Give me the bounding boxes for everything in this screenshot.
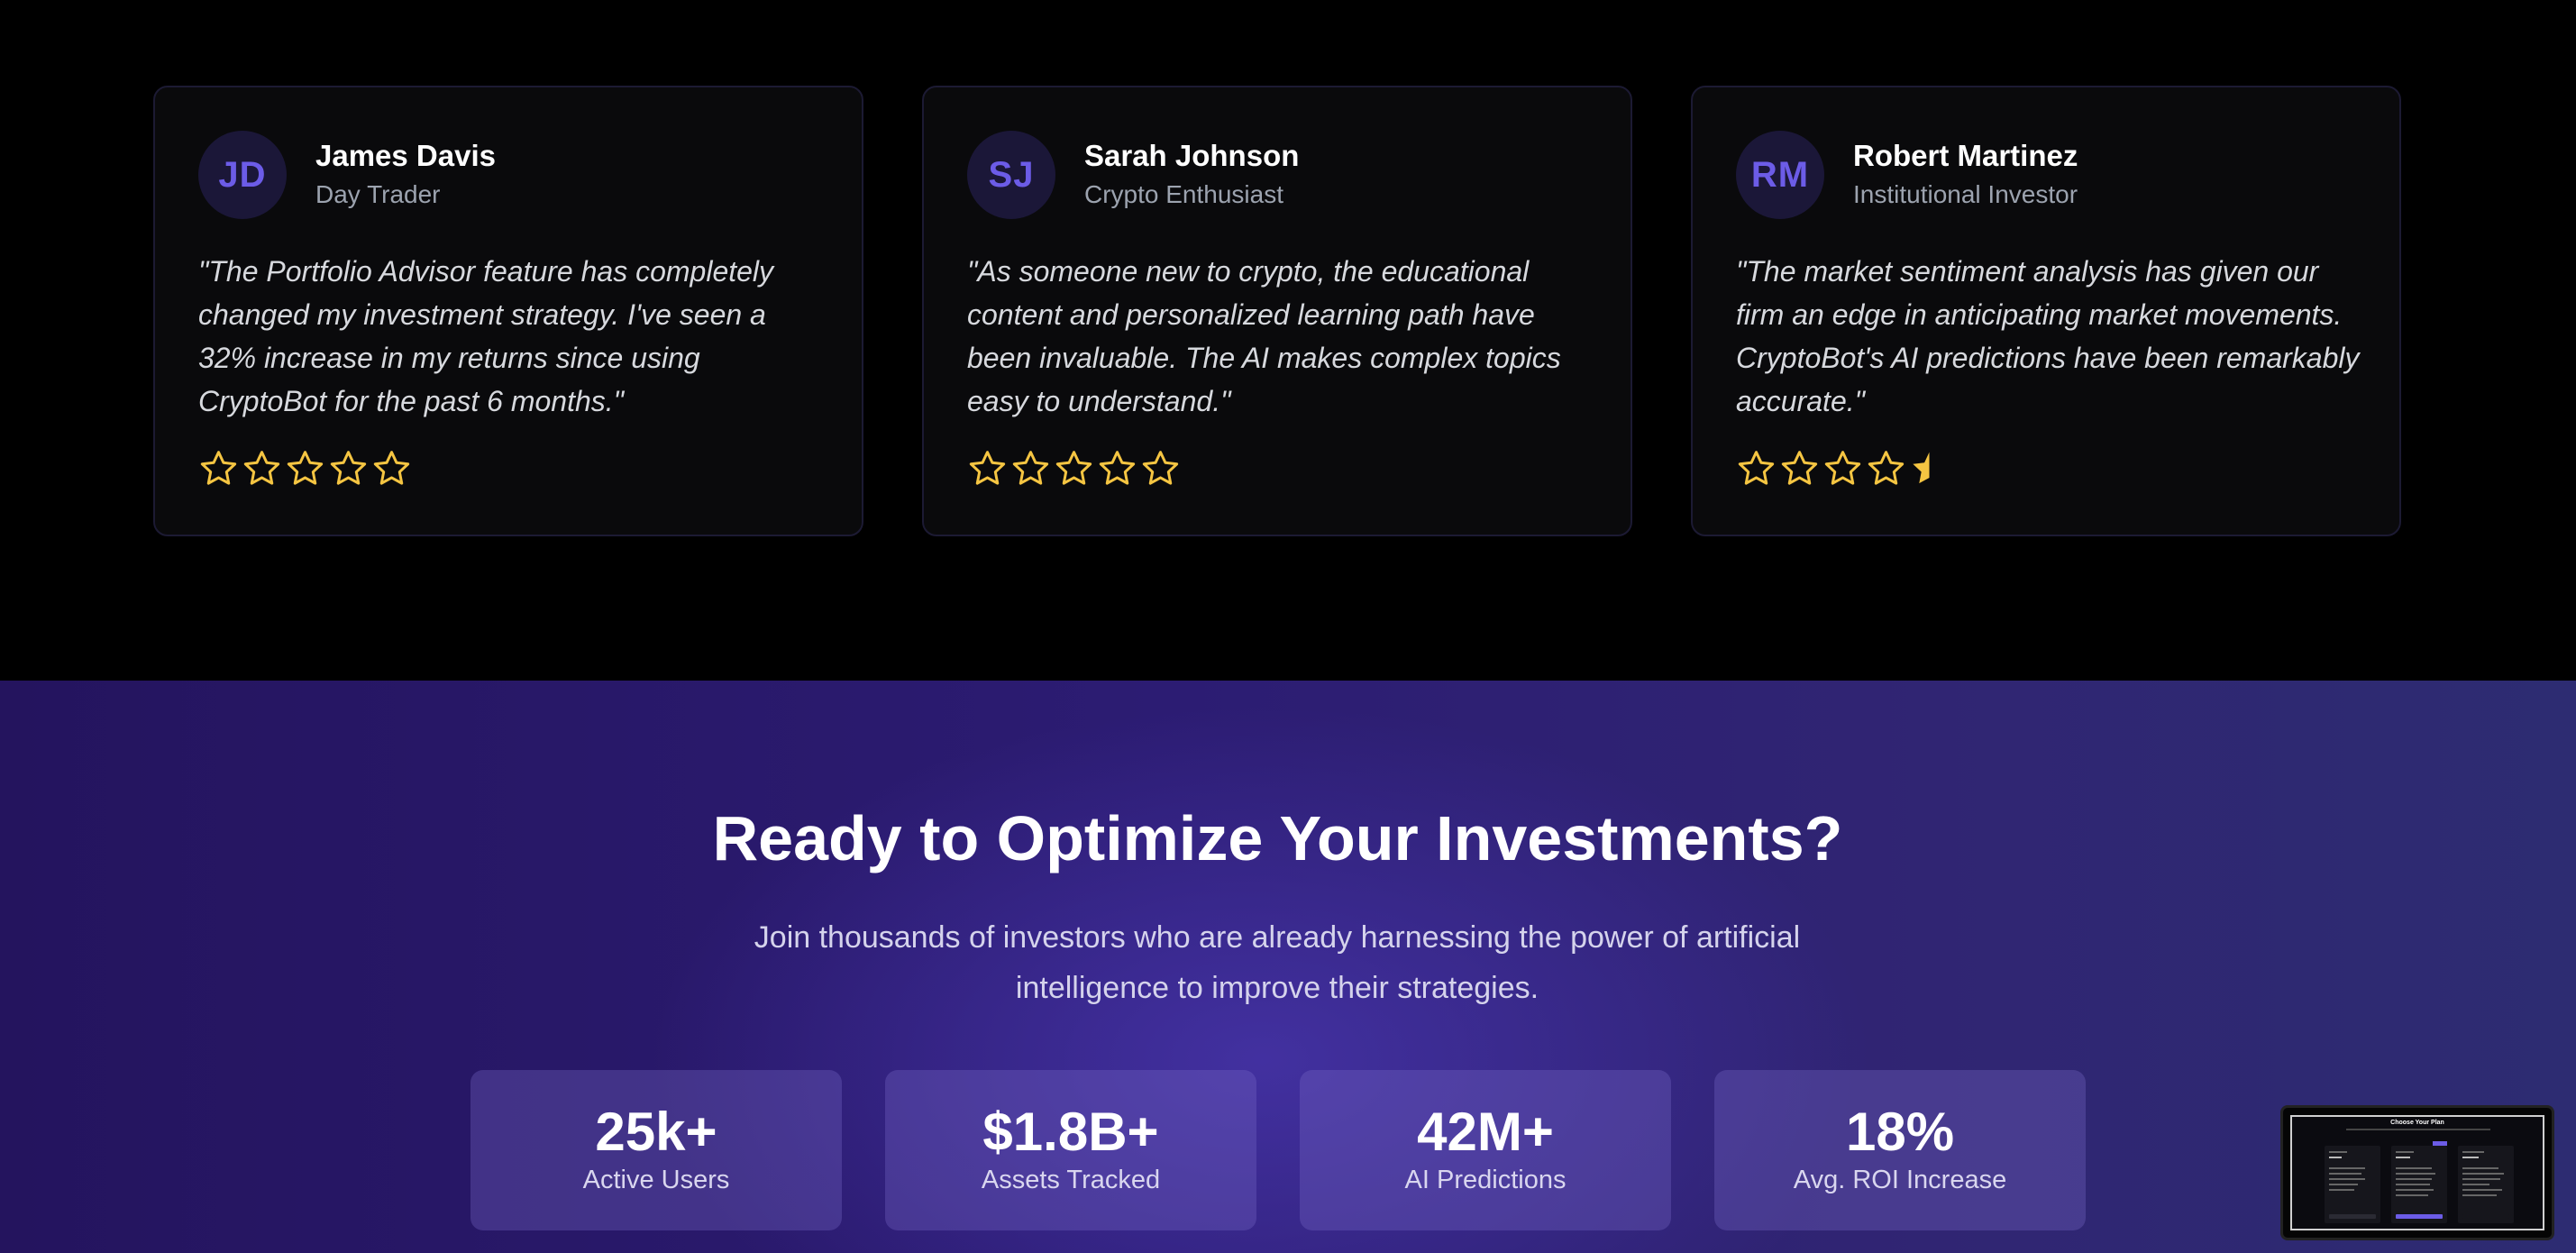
preview-frame: Choose Your Plan [2290, 1115, 2544, 1230]
star-rating [1736, 448, 2356, 489]
stat-value: $1.8B+ [982, 1102, 1159, 1162]
avatar: RM [1736, 131, 1824, 219]
star-icon [200, 451, 237, 485]
author-info: James Davis Day Trader [315, 136, 496, 214]
preview-plan-column [2391, 1141, 2447, 1223]
star-icon [373, 451, 410, 485]
star-icon [1824, 451, 1861, 485]
testimonial-quote: "The Portfolio Advisor feature has compl… [198, 255, 774, 417]
star-icon [1099, 451, 1136, 485]
testimonial-quote: "The market sentiment analysis has given… [1736, 255, 2360, 417]
stat-label: AI Predictions [1404, 1166, 1567, 1194]
avatar: JD [198, 131, 287, 219]
stat-value: 42M+ [1417, 1102, 1554, 1162]
preview-title: Choose Your Plan [2390, 1120, 2444, 1126]
star-icon [1738, 451, 1775, 485]
testimonial-header: SJ Sarah Johnson Crypto Enthusiast [967, 131, 1587, 219]
preview-plan-column [2325, 1146, 2380, 1223]
author-role: Day Trader [315, 180, 441, 208]
testimonial-card: JD James Davis Day Trader "The Portfolio… [153, 86, 863, 536]
avatar: SJ [967, 131, 1055, 219]
star-icon [1012, 451, 1049, 485]
star-icon [287, 451, 324, 485]
testimonial-quote: "As someone new to crypto, the education… [967, 255, 1561, 417]
author-info: Sarah Johnson Crypto Enthusiast [1084, 136, 1299, 214]
star-icon [1142, 451, 1179, 485]
star-icon [330, 451, 367, 485]
cta-title: Ready to Optimize Your Investments? [712, 803, 1843, 873]
star-icon [1055, 451, 1092, 485]
star-rating [967, 448, 1587, 489]
testimonial-card: RM Robert Martinez Institutional Investo… [1691, 86, 2401, 536]
star-icon [243, 451, 280, 485]
stat-card: 25k+ Active Users [470, 1070, 842, 1230]
stat-value: 18% [1845, 1102, 1955, 1162]
author-role: Institutional Investor [1853, 180, 2078, 208]
stat-card: 42M+ AI Predictions [1300, 1070, 1671, 1230]
star-icon [1781, 451, 1818, 485]
author-name: James Davis [315, 139, 496, 172]
page-preview-thumbnail[interactable]: Choose Your Plan [2280, 1105, 2554, 1240]
star-icon [1868, 451, 1905, 485]
author-role: Crypto Enthusiast [1084, 180, 1283, 208]
author-name: Robert Martinez [1853, 139, 2078, 172]
stat-card: $1.8B+ Assets Tracked [885, 1070, 1256, 1230]
star-rating [198, 448, 818, 489]
stat-card: 18% Avg. ROI Increase [1714, 1070, 2086, 1230]
stat-label: Assets Tracked [981, 1166, 1161, 1194]
cta-section: Ready to Optimize Your Investments? Join… [0, 681, 2576, 1253]
preview-plan-column [2458, 1146, 2514, 1223]
testimonial-header: RM Robert Martinez Institutional Investo… [1736, 131, 2356, 219]
cta-subtitle: Join thousands of investors who are alre… [754, 920, 1801, 1005]
testimonial-card: SJ Sarah Johnson Crypto Enthusiast "As s… [922, 86, 1632, 536]
stat-value: 25k+ [595, 1102, 717, 1162]
author-info: Robert Martinez Institutional Investor [1853, 136, 2078, 214]
stat-label: Avg. ROI Increase [1793, 1166, 2007, 1194]
author-name: Sarah Johnson [1084, 139, 1300, 172]
preview-subtitle-line [2346, 1129, 2490, 1130]
testimonials-section: JD James Davis Day Trader "The Portfolio… [0, 0, 2576, 681]
testimonial-header: JD James Davis Day Trader [198, 131, 818, 219]
star-icon [969, 451, 1006, 485]
half-star-icon [1913, 452, 1930, 484]
stat-label: Active Users [582, 1166, 730, 1194]
